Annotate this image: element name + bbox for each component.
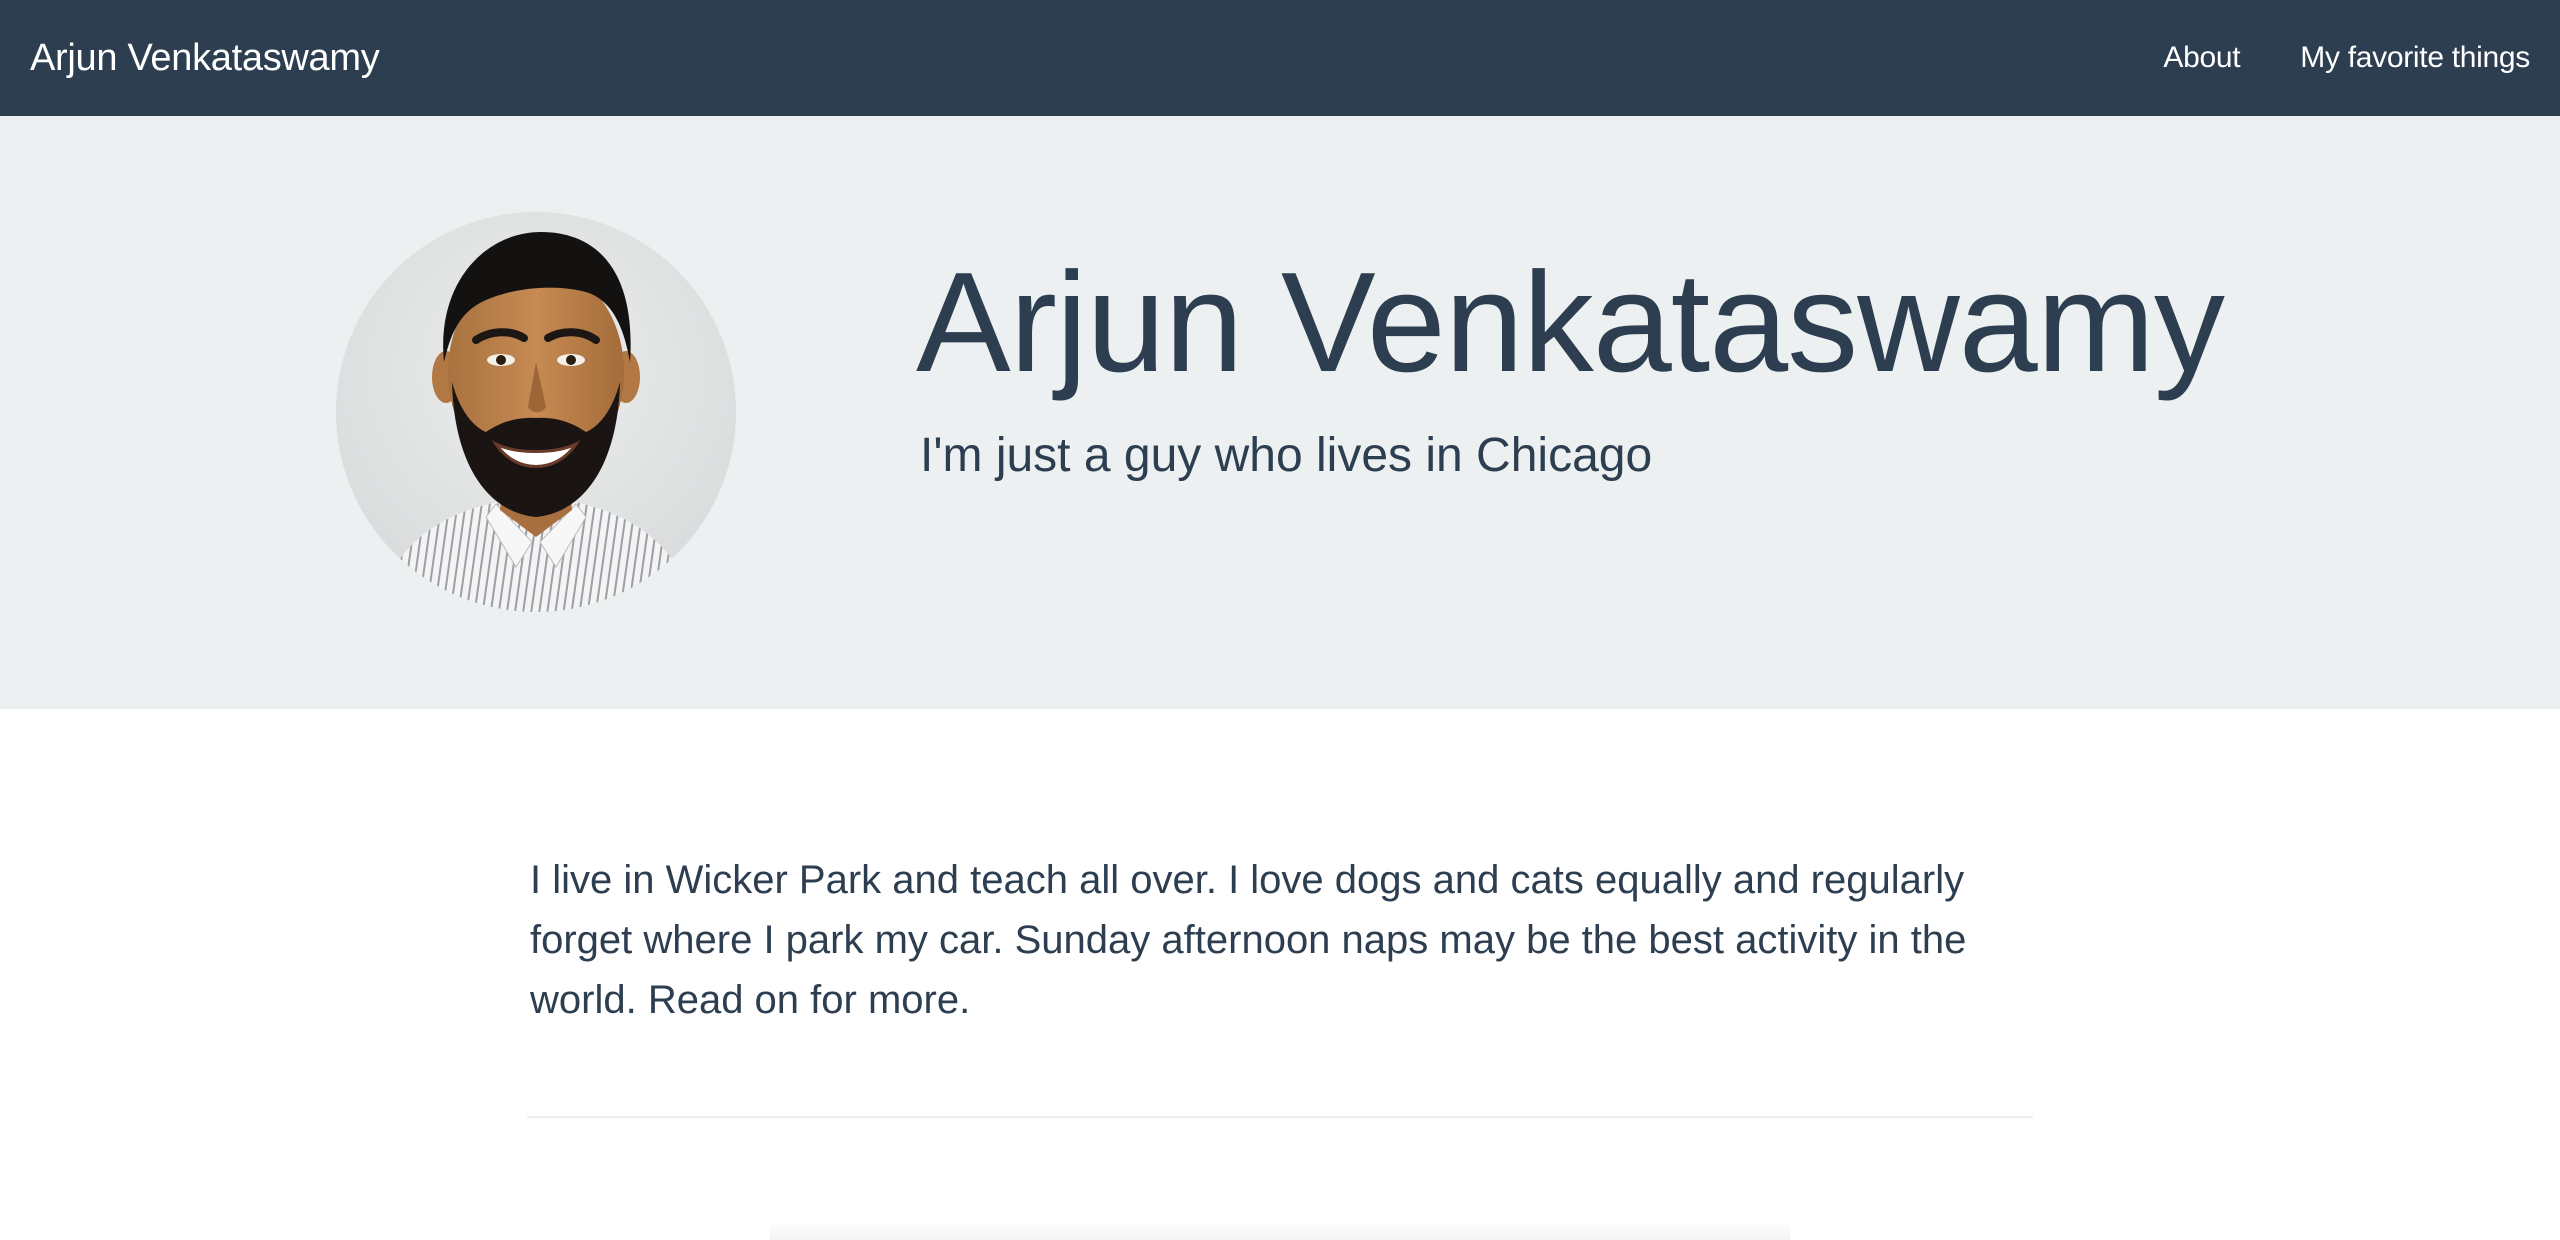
next-section-edge xyxy=(770,1225,1790,1240)
top-navbar: Arjun Venkataswamy About My favorite thi… xyxy=(0,0,2560,116)
nav-link-favorite-things[interactable]: My favorite things xyxy=(2300,41,2530,75)
profile-photo-illustration xyxy=(336,212,736,612)
hero-title: Arjun Venkataswamy xyxy=(916,243,2225,402)
nav-links: About My favorite things xyxy=(2163,0,2530,116)
hero-subtitle: I'm just a guy who lives in Chicago xyxy=(920,429,1653,482)
hero-section: Arjun Venkataswamy I'm just a guy who li… xyxy=(0,116,2560,709)
intro-paragraph: I live in Wicker Park and teach all over… xyxy=(530,858,1967,1022)
brand-link[interactable]: Arjun Venkataswamy xyxy=(30,0,380,116)
section-divider xyxy=(527,1116,2033,1118)
nav-link-about[interactable]: About xyxy=(2163,41,2240,75)
profile-photo xyxy=(336,212,736,612)
